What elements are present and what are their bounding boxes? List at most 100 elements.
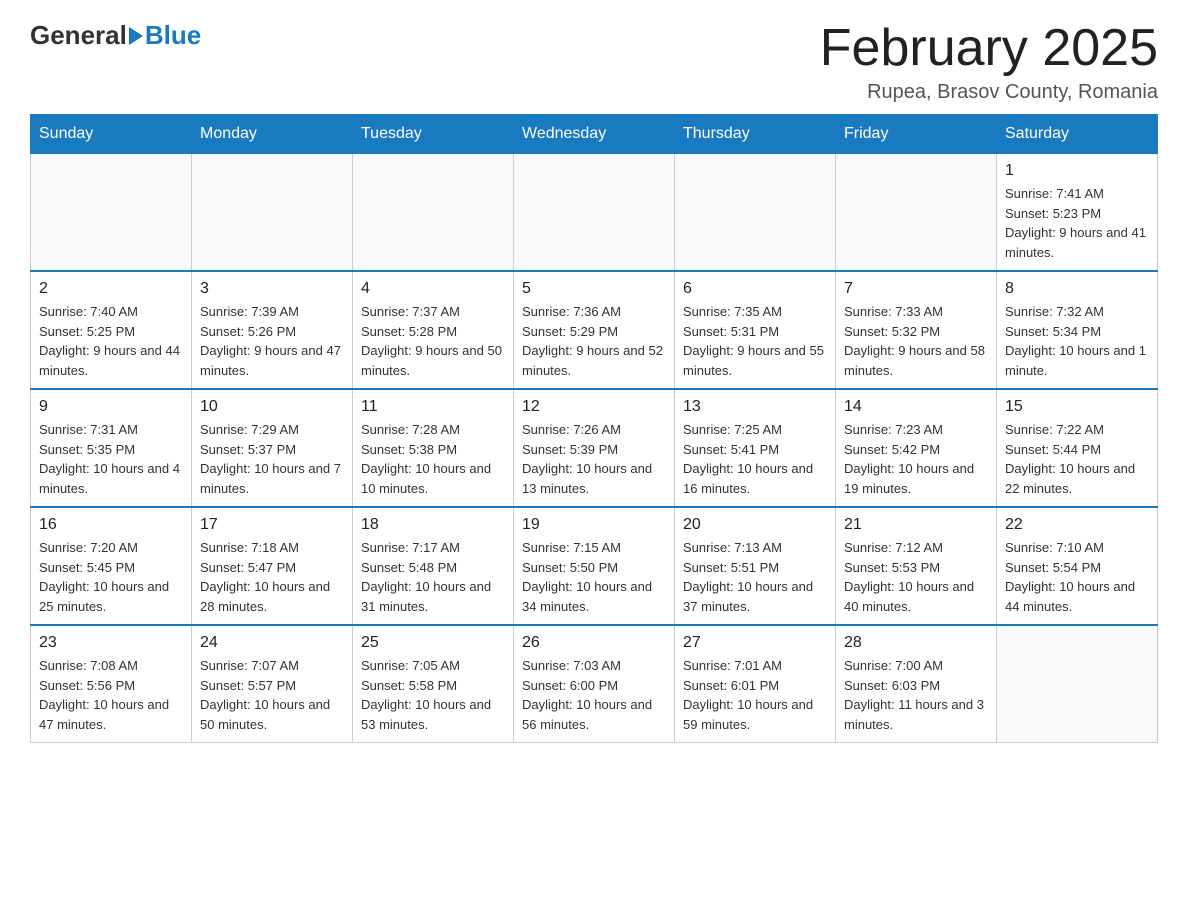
- calendar-cell: [997, 625, 1158, 743]
- day-info: Sunrise: 7:41 AM Sunset: 5:23 PM Dayligh…: [1005, 184, 1149, 262]
- day-number: 22: [1005, 516, 1149, 534]
- day-info: Sunrise: 7:29 AM Sunset: 5:37 PM Dayligh…: [200, 420, 344, 498]
- day-info: Sunrise: 7:39 AM Sunset: 5:26 PM Dayligh…: [200, 302, 344, 380]
- calendar-cell: 25 Sunrise: 7:05 AM Sunset: 5:58 PM Dayli…: [353, 625, 514, 743]
- day-number: 18: [361, 516, 505, 534]
- calendar-week-3: 9 Sunrise: 7:31 AM Sunset: 5:35 PM Daylig…: [31, 389, 1158, 507]
- month-title: February 2025: [820, 20, 1158, 77]
- calendar-cell: 19 Sunrise: 7:15 AM Sunset: 5:50 PM Dayli…: [514, 507, 675, 625]
- day-info: Sunrise: 7:35 AM Sunset: 5:31 PM Dayligh…: [683, 302, 827, 380]
- day-info: Sunrise: 7:22 AM Sunset: 5:44 PM Dayligh…: [1005, 420, 1149, 498]
- weekday-header-saturday: Saturday: [997, 115, 1158, 154]
- day-number: 20: [683, 516, 827, 534]
- day-number: 2: [39, 280, 183, 298]
- calendar-cell: 3 Sunrise: 7:39 AM Sunset: 5:26 PM Daylig…: [192, 271, 353, 389]
- calendar-cell: 28 Sunrise: 7:00 AM Sunset: 6:03 PM Dayli…: [836, 625, 997, 743]
- day-info: Sunrise: 7:07 AM Sunset: 5:57 PM Dayligh…: [200, 656, 344, 734]
- day-number: 11: [361, 398, 505, 416]
- calendar-week-4: 16 Sunrise: 7:20 AM Sunset: 5:45 PM Dayli…: [31, 507, 1158, 625]
- calendar-cell: 6 Sunrise: 7:35 AM Sunset: 5:31 PM Daylig…: [675, 271, 836, 389]
- calendar-cell: 9 Sunrise: 7:31 AM Sunset: 5:35 PM Daylig…: [31, 389, 192, 507]
- day-info: Sunrise: 7:20 AM Sunset: 5:45 PM Dayligh…: [39, 538, 183, 616]
- day-number: 7: [844, 280, 988, 298]
- day-number: 12: [522, 398, 666, 416]
- calendar-cell: 23 Sunrise: 7:08 AM Sunset: 5:56 PM Dayli…: [31, 625, 192, 743]
- calendar-cell: 7 Sunrise: 7:33 AM Sunset: 5:32 PM Daylig…: [836, 271, 997, 389]
- day-number: 14: [844, 398, 988, 416]
- day-info: Sunrise: 7:32 AM Sunset: 5:34 PM Dayligh…: [1005, 302, 1149, 380]
- day-info: Sunrise: 7:12 AM Sunset: 5:53 PM Dayligh…: [844, 538, 988, 616]
- calendar-cell: 21 Sunrise: 7:12 AM Sunset: 5:53 PM Dayli…: [836, 507, 997, 625]
- weekday-header-monday: Monday: [192, 115, 353, 154]
- day-number: 10: [200, 398, 344, 416]
- day-number: 3: [200, 280, 344, 298]
- day-number: 27: [683, 634, 827, 652]
- calendar-cell: [675, 154, 836, 272]
- calendar-cell: 16 Sunrise: 7:20 AM Sunset: 5:45 PM Dayli…: [31, 507, 192, 625]
- calendar-cell: 26 Sunrise: 7:03 AM Sunset: 6:00 PM Dayli…: [514, 625, 675, 743]
- day-info: Sunrise: 7:37 AM Sunset: 5:28 PM Dayligh…: [361, 302, 505, 380]
- page-header: General Blue February 2025 Rupea, Brasov…: [30, 20, 1158, 104]
- day-number: 5: [522, 280, 666, 298]
- calendar-cell: 17 Sunrise: 7:18 AM Sunset: 5:47 PM Dayli…: [192, 507, 353, 625]
- calendar-cell: 12 Sunrise: 7:26 AM Sunset: 5:39 PM Dayli…: [514, 389, 675, 507]
- calendar-cell: 13 Sunrise: 7:25 AM Sunset: 5:41 PM Dayli…: [675, 389, 836, 507]
- calendar-cell: 20 Sunrise: 7:13 AM Sunset: 5:51 PM Dayli…: [675, 507, 836, 625]
- day-info: Sunrise: 7:31 AM Sunset: 5:35 PM Dayligh…: [39, 420, 183, 498]
- day-info: Sunrise: 7:15 AM Sunset: 5:50 PM Dayligh…: [522, 538, 666, 616]
- day-info: Sunrise: 7:25 AM Sunset: 5:41 PM Dayligh…: [683, 420, 827, 498]
- calendar-cell: 24 Sunrise: 7:07 AM Sunset: 5:57 PM Dayli…: [192, 625, 353, 743]
- calendar-week-1: 1 Sunrise: 7:41 AM Sunset: 5:23 PM Daylig…: [31, 154, 1158, 272]
- day-number: 15: [1005, 398, 1149, 416]
- day-number: 4: [361, 280, 505, 298]
- day-number: 24: [200, 634, 344, 652]
- day-number: 8: [1005, 280, 1149, 298]
- day-info: Sunrise: 7:10 AM Sunset: 5:54 PM Dayligh…: [1005, 538, 1149, 616]
- day-info: Sunrise: 7:01 AM Sunset: 6:01 PM Dayligh…: [683, 656, 827, 734]
- day-info: Sunrise: 7:33 AM Sunset: 5:32 PM Dayligh…: [844, 302, 988, 380]
- logo-arrow-icon: [129, 27, 143, 45]
- day-info: Sunrise: 7:23 AM Sunset: 5:42 PM Dayligh…: [844, 420, 988, 498]
- day-number: 25: [361, 634, 505, 652]
- day-info: Sunrise: 7:18 AM Sunset: 5:47 PM Dayligh…: [200, 538, 344, 616]
- day-number: 26: [522, 634, 666, 652]
- calendar-cell: 10 Sunrise: 7:29 AM Sunset: 5:37 PM Dayli…: [192, 389, 353, 507]
- logo-general-text: General: [30, 20, 127, 51]
- day-number: 23: [39, 634, 183, 652]
- title-section: February 2025 Rupea, Brasov County, Roma…: [820, 20, 1158, 104]
- day-info: Sunrise: 7:17 AM Sunset: 5:48 PM Dayligh…: [361, 538, 505, 616]
- weekday-header-wednesday: Wednesday: [514, 115, 675, 154]
- calendar-cell: [353, 154, 514, 272]
- day-number: 16: [39, 516, 183, 534]
- day-number: 9: [39, 398, 183, 416]
- calendar-cell: 5 Sunrise: 7:36 AM Sunset: 5:29 PM Daylig…: [514, 271, 675, 389]
- day-number: 28: [844, 634, 988, 652]
- calendar-week-5: 23 Sunrise: 7:08 AM Sunset: 5:56 PM Dayli…: [31, 625, 1158, 743]
- day-info: Sunrise: 7:00 AM Sunset: 6:03 PM Dayligh…: [844, 656, 988, 734]
- day-number: 13: [683, 398, 827, 416]
- day-info: Sunrise: 7:40 AM Sunset: 5:25 PM Dayligh…: [39, 302, 183, 380]
- day-number: 17: [200, 516, 344, 534]
- day-info: Sunrise: 7:36 AM Sunset: 5:29 PM Dayligh…: [522, 302, 666, 380]
- day-info: Sunrise: 7:08 AM Sunset: 5:56 PM Dayligh…: [39, 656, 183, 734]
- calendar-cell: 11 Sunrise: 7:28 AM Sunset: 5:38 PM Dayli…: [353, 389, 514, 507]
- calendar-cell: [31, 154, 192, 272]
- calendar-table: SundayMondayTuesdayWednesdayThursdayFrid…: [30, 114, 1158, 743]
- calendar-cell: [836, 154, 997, 272]
- calendar-cell: 4 Sunrise: 7:37 AM Sunset: 5:28 PM Daylig…: [353, 271, 514, 389]
- day-info: Sunrise: 7:28 AM Sunset: 5:38 PM Dayligh…: [361, 420, 505, 498]
- calendar-cell: [514, 154, 675, 272]
- weekday-header-row: SundayMondayTuesdayWednesdayThursdayFrid…: [31, 115, 1158, 154]
- day-info: Sunrise: 7:05 AM Sunset: 5:58 PM Dayligh…: [361, 656, 505, 734]
- calendar-cell: 2 Sunrise: 7:40 AM Sunset: 5:25 PM Daylig…: [31, 271, 192, 389]
- day-info: Sunrise: 7:03 AM Sunset: 6:00 PM Dayligh…: [522, 656, 666, 734]
- calendar-week-2: 2 Sunrise: 7:40 AM Sunset: 5:25 PM Daylig…: [31, 271, 1158, 389]
- day-info: Sunrise: 7:13 AM Sunset: 5:51 PM Dayligh…: [683, 538, 827, 616]
- day-number: 19: [522, 516, 666, 534]
- day-number: 1: [1005, 162, 1149, 180]
- day-number: 6: [683, 280, 827, 298]
- day-number: 21: [844, 516, 988, 534]
- calendar-cell: 15 Sunrise: 7:22 AM Sunset: 5:44 PM Dayli…: [997, 389, 1158, 507]
- weekday-header-thursday: Thursday: [675, 115, 836, 154]
- day-info: Sunrise: 7:26 AM Sunset: 5:39 PM Dayligh…: [522, 420, 666, 498]
